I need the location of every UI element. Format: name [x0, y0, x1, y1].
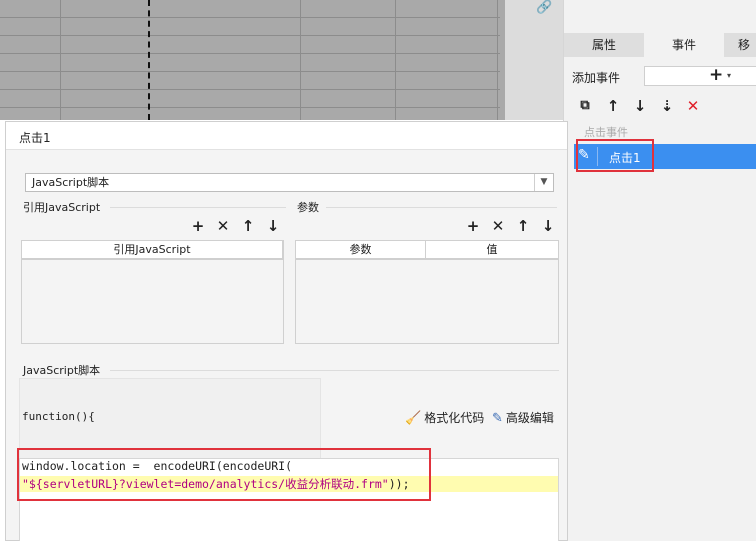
delete-icon[interactable]: ✕: [489, 217, 507, 235]
script-type-value: JavaScript脚本: [32, 176, 110, 189]
add-event-label: 添加事件: [572, 71, 621, 85]
arrow-up-icon[interactable]: ↑: [514, 217, 532, 235]
add-event-dropdown[interactable]: + ▾: [644, 65, 756, 86]
add-event-row: 添加事件 + ▾: [572, 65, 756, 88]
value-column-header[interactable]: 值: [426, 241, 558, 258]
ref-js-table: 引用JavaScript: [21, 240, 284, 344]
arrow-up-icon[interactable]: ↑: [604, 96, 622, 116]
ref-js-toolbar: + ✕ ↑ ↓: [189, 217, 282, 235]
ref-js-section-label: 引用JavaScript: [23, 201, 101, 214]
delete-icon[interactable]: ✕: [214, 217, 232, 235]
annotation-box-code: [17, 448, 431, 501]
broom-icon: 🧹: [405, 411, 422, 426]
divider: [110, 370, 559, 371]
ref-js-table-header: 引用JavaScript: [22, 241, 283, 260]
copy-icon[interactable]: ⧉: [576, 96, 594, 116]
delete-icon[interactable]: ✕: [684, 96, 702, 116]
param-table-header: 参数 值: [296, 241, 558, 260]
annotation-box-event: [576, 139, 654, 172]
tab-properties[interactable]: 属性: [564, 33, 644, 57]
advanced-edit-button[interactable]: ✎ 高级编辑: [492, 409, 554, 426]
param-section-label: 参数: [297, 201, 319, 214]
param-toolbar: + ✕ ↑ ↓: [464, 217, 557, 235]
page-break-line: [148, 0, 150, 120]
dialog-title: 点击1: [19, 131, 51, 145]
arrow-up-icon[interactable]: ↑: [239, 217, 257, 235]
format-code-label: 格式化代码: [424, 411, 485, 425]
chevron-down-icon: ▾: [727, 71, 732, 80]
panel-tabs: 属性 事件 移: [564, 33, 756, 57]
tab-more[interactable]: 移: [724, 33, 756, 57]
event-group-label: 点击事件: [584, 126, 628, 139]
divider: [326, 207, 557, 208]
tab-events[interactable]: 事件: [644, 33, 724, 57]
function-header: function(){: [22, 410, 95, 423]
add-icon[interactable]: +: [189, 217, 207, 235]
format-code-button[interactable]: 🧹 格式化代码: [405, 409, 484, 426]
param-column-header[interactable]: 参数: [296, 241, 426, 258]
add-icon[interactable]: +: [464, 217, 482, 235]
script-type-select[interactable]: JavaScript脚本 ▼: [25, 173, 554, 192]
spreadsheet-background: [0, 0, 525, 120]
edit-icon: ✎: [492, 411, 503, 426]
arrow-down-icon[interactable]: ↓: [264, 217, 282, 235]
right-settings-panel: 属性 事件 移 添加事件 + ▾ ⧉ ↑ ↓ ⇣ ✕ 点击事件 ✎ 点击1: [563, 0, 756, 541]
advanced-edit-label: 高级编辑: [505, 411, 554, 425]
link-icon: 🔗: [536, 0, 553, 15]
arrow-down-icon[interactable]: ↓: [631, 96, 649, 116]
chevron-down-icon[interactable]: ▼: [534, 174, 553, 191]
move-to-bottom-icon[interactable]: ⇣: [658, 96, 676, 116]
plus-icon: +: [709, 65, 724, 85]
arrow-down-icon[interactable]: ↓: [539, 217, 557, 235]
sheet-side-area: [505, 0, 563, 120]
event-toolbar: ⧉ ↑ ↓ ⇣ ✕: [576, 96, 746, 116]
script-section-label: JavaScript脚本: [23, 364, 101, 377]
spreadsheet-grid: [0, 0, 500, 120]
param-table: 参数 值: [295, 240, 559, 344]
divider: [110, 207, 286, 208]
ref-js-column-header[interactable]: 引用JavaScript: [22, 241, 283, 258]
dialog-title-bar: 点击1: [6, 122, 567, 150]
